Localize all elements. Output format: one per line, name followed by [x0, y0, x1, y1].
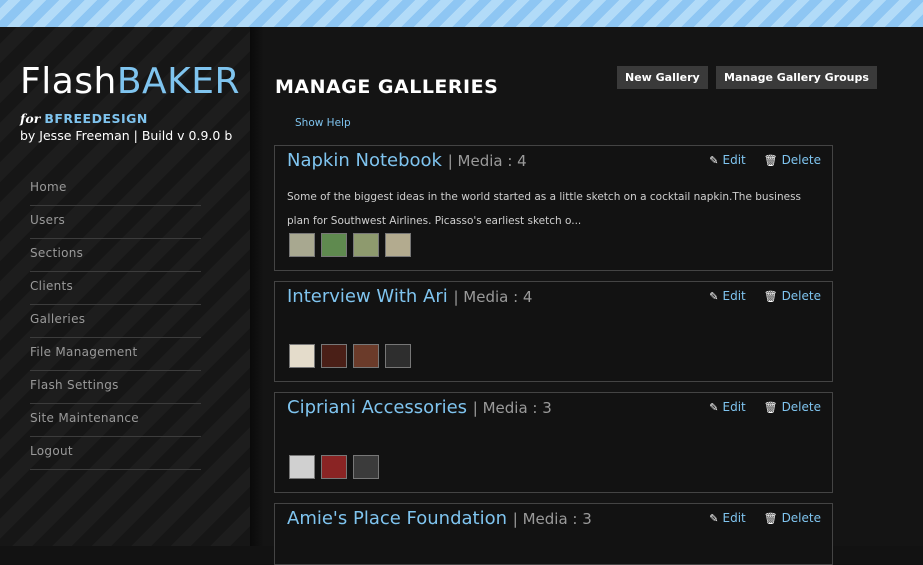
trash-icon: 🗑: [763, 290, 778, 303]
gallery-card: Amie's Place Foundation | Media : 3 ✎ Edi…: [274, 503, 833, 565]
show-help-link[interactable]: Show Help: [295, 117, 351, 129]
delete-gallery-button[interactable]: 🗑 Delete: [764, 511, 821, 525]
sidebar-item-home[interactable]: Home: [30, 173, 201, 206]
gallery-name[interactable]: Cipriani Accessories: [287, 397, 467, 418]
top-stripe-bar: [0, 0, 923, 27]
gallery-actions: ✎ Edit 🗑 Delete: [709, 289, 821, 303]
trash-icon: 🗑: [763, 401, 778, 414]
new-gallery-button[interactable]: New Gallery: [617, 66, 708, 89]
gallery-title[interactable]: Napkin Notebook | Media : 4: [287, 150, 527, 171]
gallery-media-count: | Media : 3: [512, 510, 592, 528]
gallery-actions: ✎ Edit 🗑 Delete: [709, 153, 821, 167]
sidebar-item-flash-settings[interactable]: Flash Settings: [30, 371, 201, 404]
pencil-icon: ✎: [709, 401, 719, 414]
sidebar-item-users[interactable]: Users: [30, 206, 201, 239]
gallery-title[interactable]: Interview With Ari | Media : 4: [287, 286, 532, 307]
gallery-thumbnail[interactable]: [385, 344, 411, 368]
app-logo[interactable]: FlashBAKER: [20, 60, 240, 104]
gallery-name[interactable]: Napkin Notebook: [287, 150, 442, 171]
edit-gallery-button[interactable]: ✎ Edit: [709, 289, 745, 303]
gallery-thumbnail[interactable]: [321, 233, 347, 257]
sidebar-item-sections[interactable]: Sections: [30, 239, 201, 272]
edit-gallery-button[interactable]: ✎ Edit: [709, 511, 745, 525]
logo-part-baker: BAKER: [116, 61, 241, 102]
sidebar-item-clients[interactable]: Clients: [30, 272, 201, 305]
gallery-title[interactable]: Cipriani Accessories | Media : 3: [287, 397, 552, 418]
pencil-icon: ✎: [709, 290, 719, 303]
sidebar-item-logout[interactable]: Logout: [30, 437, 201, 470]
client-tagline: for BFREEDESIGN: [20, 111, 148, 126]
edit-gallery-button[interactable]: ✎ Edit: [709, 400, 745, 414]
gallery-card: Napkin Notebook | Media : 4 ✎ Edit 🗑 Delet…: [274, 145, 833, 271]
delete-gallery-button[interactable]: 🗑 Delete: [764, 289, 821, 303]
delete-gallery-button[interactable]: 🗑 Delete: [764, 153, 821, 167]
gallery-name[interactable]: Amie's Place Foundation: [287, 508, 507, 529]
gallery-media-count: | Media : 4: [453, 288, 533, 306]
tagline-prefix: for: [20, 111, 41, 126]
delete-gallery-button[interactable]: 🗑 Delete: [764, 400, 821, 414]
gallery-title[interactable]: Amie's Place Foundation | Media : 3: [287, 508, 592, 529]
gallery-media-count: | Media : 3: [472, 399, 552, 417]
gallery-actions: ✎ Edit 🗑 Delete: [709, 511, 821, 525]
gallery-thumbnail[interactable]: [353, 344, 379, 368]
page-title: MANAGE GALLERIES: [275, 76, 499, 98]
gallery-thumbnails: [289, 233, 411, 257]
trash-icon: 🗑: [763, 154, 778, 167]
sidebar-nav: Home Users Sections Clients Galleries Fi…: [30, 173, 201, 470]
gallery-card: Interview With Ari | Media : 4 ✎ Edit 🗑 De…: [274, 281, 833, 382]
gallery-thumbnail[interactable]: [385, 233, 411, 257]
gallery-name[interactable]: Interview With Ari: [287, 286, 448, 307]
pencil-icon: ✎: [709, 512, 719, 525]
gallery-thumbnail[interactable]: [321, 455, 347, 479]
gallery-thumbnail[interactable]: [289, 233, 315, 257]
gallery-description: Some of the biggest ideas in the world s…: [287, 191, 802, 227]
trash-icon: 🗑: [763, 512, 778, 525]
gallery-thumbnail[interactable]: [321, 344, 347, 368]
gallery-thumbnail[interactable]: [353, 455, 379, 479]
gallery-thumbnail[interactable]: [289, 455, 315, 479]
byline: by Jesse Freeman | Build v 0.9.0 b: [20, 128, 233, 143]
gallery-thumbnails: [289, 344, 411, 368]
gallery-thumbnail[interactable]: [289, 344, 315, 368]
gallery-thumbnails: [289, 455, 379, 479]
logo-part-flash: Flash: [20, 61, 117, 102]
gallery-thumbnail[interactable]: [353, 233, 379, 257]
sidebar-item-site-maintenance[interactable]: Site Maintenance: [30, 404, 201, 437]
gallery-card: Cipriani Accessories | Media : 3 ✎ Edit 🗑…: [274, 392, 833, 493]
sidebar-item-file-management[interactable]: File Management: [30, 338, 201, 371]
pencil-icon: ✎: [709, 154, 719, 167]
edit-gallery-button[interactable]: ✎ Edit: [709, 153, 745, 167]
client-name: BFREEDESIGN: [44, 111, 148, 126]
sidebar-item-galleries[interactable]: Galleries: [30, 305, 201, 338]
gallery-media-count: | Media : 4: [447, 152, 527, 170]
gallery-actions: ✎ Edit 🗑 Delete: [709, 400, 821, 414]
manage-gallery-groups-button[interactable]: Manage Gallery Groups: [716, 66, 877, 89]
